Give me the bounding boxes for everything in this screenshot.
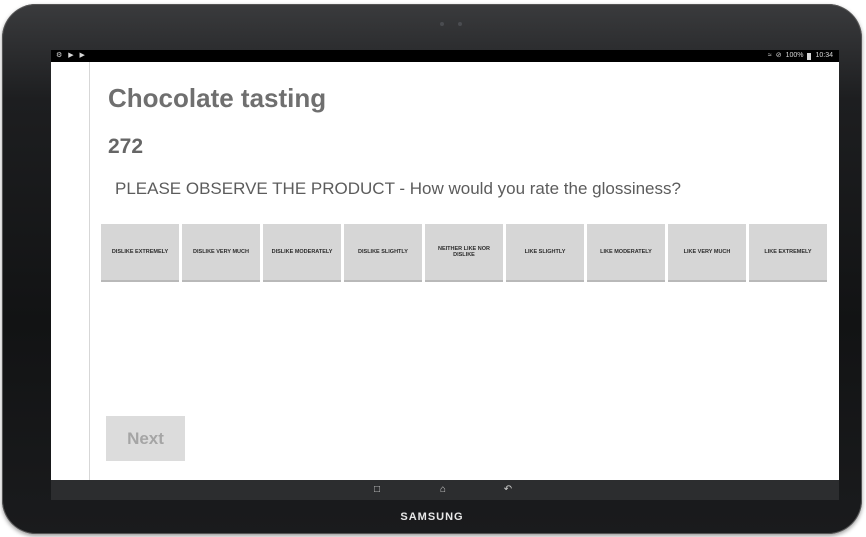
status-bar: ⚙ ▶ ▶ ≈ ⊘ 100% 10:34 — [51, 50, 839, 62]
wifi-icon: ≈ — [767, 52, 772, 59]
brand-logo: SAMSUNG — [400, 511, 464, 523]
left-panel — [51, 62, 90, 482]
scale-option-dislike-slightly[interactable]: DISLIKE SLIGHTLY — [344, 224, 422, 282]
sensor-icon — [458, 22, 462, 26]
scale-option-dislike-very-much[interactable]: DISLIKE VERY MUCH — [182, 224, 260, 282]
question-text: PLEASE OBSERVE THE PRODUCT - How would y… — [115, 179, 681, 198]
battery-percent: 100% — [785, 52, 804, 59]
scale-option-like-moderately[interactable]: LIKE MODERATELY — [587, 224, 665, 282]
page-title: Chocolate tasting — [108, 83, 327, 113]
sample-code: 272 — [108, 135, 144, 158]
back-icon[interactable]: ↶ — [502, 484, 514, 496]
scale-option-neither[interactable]: NEITHER LIKE NOR DISLIKE — [425, 224, 503, 282]
android-nav-bar: □ ⌂ ↶ — [51, 480, 839, 500]
clock: 10:34 — [815, 52, 833, 59]
recent-apps-icon[interactable]: □ — [371, 484, 383, 496]
status-right: ≈ ⊘ 100% 10:34 — [768, 50, 833, 62]
battery-icon — [807, 52, 812, 60]
mute-icon: ⊘ — [775, 52, 782, 59]
scale-option-like-very-much[interactable]: LIKE VERY MUCH — [668, 224, 746, 282]
tablet-screen: ⚙ ▶ ▶ ≈ ⊘ 100% 10:34 Chocolate tasting 2… — [51, 50, 839, 500]
tablet-frame: ⚙ ▶ ▶ ≈ ⊘ 100% 10:34 Chocolate tasting 2… — [2, 4, 862, 534]
home-icon[interactable]: ⌂ — [437, 484, 449, 496]
scale-option-like-slightly[interactable]: LIKE SLIGHTLY — [506, 224, 584, 282]
hedonic-scale: DISLIKE EXTREMELY DISLIKE VERY MUCH DISL… — [101, 224, 827, 282]
notification-icons: ⚙ ▶ ▶ — [56, 52, 87, 59]
scale-option-dislike-extremely[interactable]: DISLIKE EXTREMELY — [101, 224, 179, 282]
front-camera-icon — [440, 22, 444, 26]
next-button[interactable]: Next — [106, 416, 185, 461]
scale-option-dislike-moderately[interactable]: DISLIKE MODERATELY — [263, 224, 341, 282]
scale-option-like-extremely[interactable]: LIKE EXTREMELY — [749, 224, 827, 282]
